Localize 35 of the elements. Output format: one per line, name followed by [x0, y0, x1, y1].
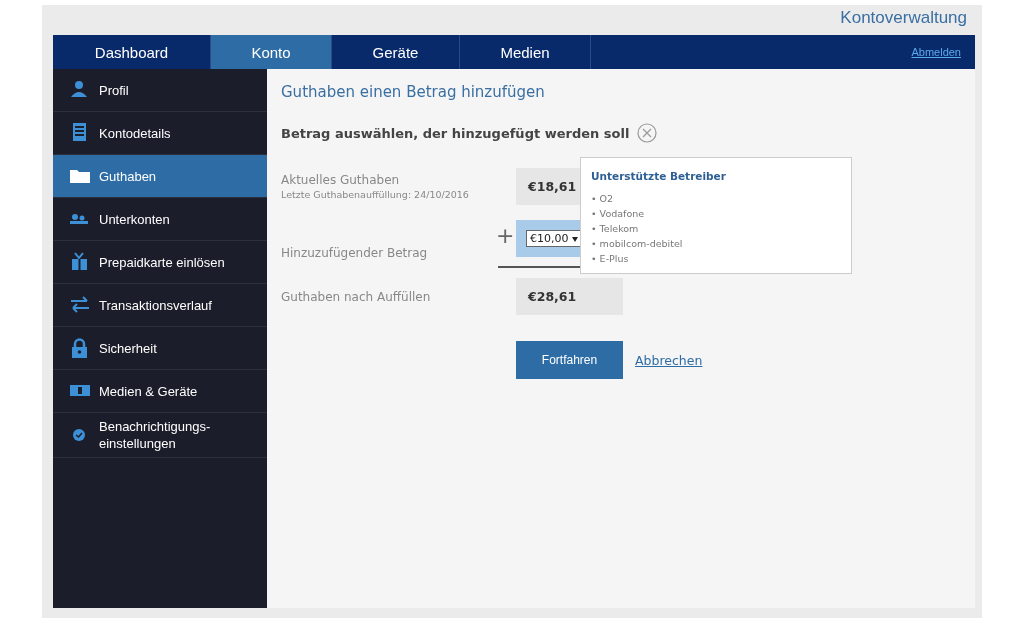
- field-label: Guthaben nach Auffüllen: [281, 289, 432, 304]
- continue-button[interactable]: Fortfahren: [516, 341, 623, 379]
- sidebar-label: Guthaben: [99, 168, 157, 184]
- plus-sign: +: [496, 222, 515, 250]
- operator-item: • mobilcom-debitel: [591, 237, 684, 251]
- sidebar-label: Prepaidkarte einlösen: [99, 254, 225, 270]
- sidebar-item[interactable]: Medien & Geräte: [53, 370, 267, 413]
- last-topup-note: Letzte Guthabenauffüllung: 24/10/2016: [281, 189, 470, 200]
- sidebar-label: Medien & Geräte: [99, 383, 198, 399]
- caret-icon: [572, 237, 578, 242]
- sidebar-label: Transaktionsverlauf: [99, 297, 212, 313]
- menu-icon: [69, 295, 91, 315]
- amount-dropdown[interactable]: €10,00: [526, 230, 582, 247]
- page-heading: Guthaben einen Betrag hinzufügen: [281, 83, 546, 101]
- page-title: Kontoverwaltung: [840, 7, 968, 29]
- cancel-link[interactable]: Abbrechen: [635, 352, 703, 368]
- sidebar-label: Profil: [99, 82, 129, 98]
- sidebar-label: Unterkonten: [99, 211, 170, 227]
- sidebar-label: Sicherheit: [99, 340, 157, 356]
- sidebar-label: Benachrichtigungs-einstellungen: [99, 418, 212, 452]
- sidebar-item[interactable]: Guthaben: [53, 155, 267, 198]
- operator-item: • Telekom: [591, 222, 640, 236]
- field-label: Aktuelles Guthaben: [281, 173, 401, 187]
- operator-item: • O2: [591, 192, 615, 206]
- sidebar-item[interactable]: Prepaidkarte einlösen: [53, 241, 267, 284]
- operator-item: • Vodafone: [591, 207, 646, 221]
- close-icon[interactable]: [637, 123, 658, 143]
- logout-link[interactable]: Abmelden: [911, 46, 961, 58]
- new-balance-value: €28,61: [516, 278, 623, 315]
- field-label: Hinzuzufügender Betrag: [281, 246, 429, 262]
- instruction-text: Betrag auswählen, der hinzugefügt werden soll: [281, 125, 630, 141]
- nav-tab[interactable]: Konto: [211, 35, 332, 69]
- operator-item: • E-Plus: [591, 252, 630, 266]
- sidebar-item[interactable]: Sicherheit: [53, 327, 267, 370]
- sidebar-label: Kontodetails: [99, 125, 171, 141]
